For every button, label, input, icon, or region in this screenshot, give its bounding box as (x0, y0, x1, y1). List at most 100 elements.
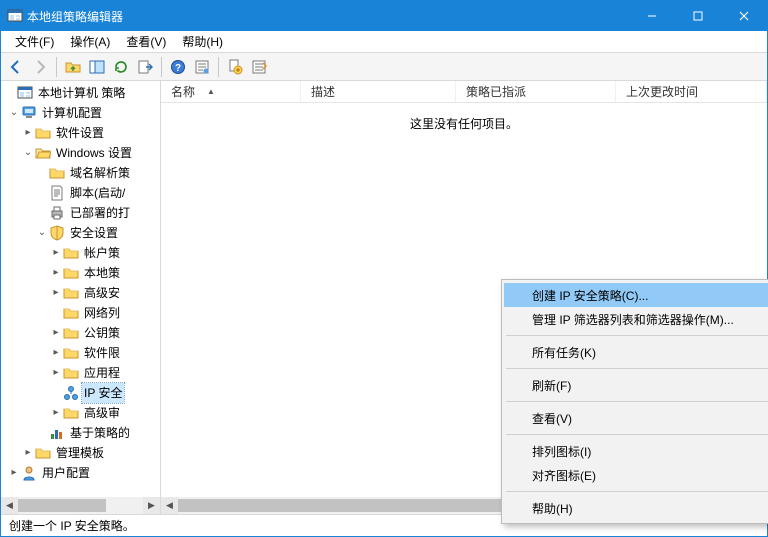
tree-node-dns-policy[interactable]: ▶ 域名解析策 (3, 163, 160, 183)
toolbar-help[interactable] (167, 56, 189, 78)
tree-node-windows-settings[interactable]: ⌄ Windows 设置 (3, 143, 160, 163)
tree-node-local-policies[interactable]: ▸ 本地策 (3, 263, 160, 283)
scroll-left-button[interactable]: ◀ (161, 497, 178, 514)
user-icon (21, 465, 37, 481)
expand-toggle[interactable]: ⌄ (35, 223, 49, 243)
scroll-left-button[interactable]: ◀ (1, 497, 18, 514)
list-header: 名称 ▲ 描述 策略已指派 上次更改时间 (161, 81, 767, 103)
expand-toggle[interactable]: ▸ (49, 363, 63, 383)
expand-toggle[interactable]: ▸ (49, 283, 63, 303)
folder-icon (63, 365, 79, 381)
toolbar-separator (56, 57, 57, 77)
close-button[interactable] (721, 1, 767, 31)
toolbar-forward[interactable] (29, 56, 51, 78)
minimize-button[interactable] (629, 1, 675, 31)
folder-icon (63, 325, 79, 341)
tree-node-software-settings[interactable]: ▸ 软件设置 (3, 123, 160, 143)
expand-toggle[interactable]: ▸ (49, 243, 63, 263)
expand-toggle[interactable]: ▸ (49, 343, 63, 363)
column-header-assigned[interactable]: 策略已指派 (456, 81, 616, 102)
tree-node-policy-based[interactable]: ▶ 基于策略的 (3, 423, 160, 443)
tree-node-root[interactable]: ▶ 本地计算机 策略 (3, 83, 160, 103)
menu-file[interactable]: 文件(F) (7, 31, 62, 52)
menu-help[interactable]: 帮助(H) (174, 31, 231, 52)
folder-icon (49, 165, 65, 181)
tree-node-admin-templates[interactable]: ▸ 管理模板 (3, 443, 160, 463)
toolbar (1, 53, 767, 81)
tree-node-computer-config[interactable]: ⌄ 计算机配置 (3, 103, 160, 123)
cm-refresh[interactable]: 刷新(F) (504, 373, 768, 397)
folder-icon (35, 445, 51, 461)
tree-node-advanced-security[interactable]: ▸ 高级安 (3, 283, 160, 303)
menu-action[interactable]: 操作(A) (62, 31, 118, 52)
cm-create-ip-policy[interactable]: 创建 IP 安全策略(C)... (504, 283, 768, 307)
expand-toggle[interactable]: ▸ (21, 123, 35, 143)
computer-icon (21, 105, 37, 121)
printer-icon (49, 205, 65, 221)
tree-node-advanced-audit[interactable]: ▸ 高级审 (3, 403, 160, 423)
toolbar-show-hide-tree[interactable] (86, 56, 108, 78)
toolbar-manage-filters[interactable] (248, 56, 270, 78)
tree-h-scrollbar[interactable]: ◀ ▶ (1, 497, 160, 514)
context-menu: 创建 IP 安全策略(C)... 管理 IP 筛选器列表和筛选器操作(M)...… (501, 279, 768, 524)
maximize-button[interactable] (675, 1, 721, 31)
column-header-name[interactable]: 名称 ▲ (161, 81, 301, 102)
folder-icon (63, 345, 79, 361)
tree-node-security-settings[interactable]: ⌄ 安全设置 (3, 223, 160, 243)
expand-toggle[interactable]: ⌄ (7, 103, 21, 123)
tree-node-app-control[interactable]: ▸ 应用程 (3, 363, 160, 383)
toolbar-export-list[interactable] (134, 56, 156, 78)
cm-manage-ip-filters[interactable]: 管理 IP 筛选器列表和筛选器操作(M)... (504, 307, 768, 331)
toolbar-properties[interactable] (191, 56, 213, 78)
column-header-modified[interactable]: 上次更改时间 (616, 81, 767, 102)
toolbar-back[interactable] (5, 56, 27, 78)
context-menu-separator (506, 491, 768, 492)
scroll-right-button[interactable]: ▶ (143, 497, 160, 514)
tree-node-software-restriction[interactable]: ▸ 软件限 (3, 343, 160, 363)
cm-align-icons[interactable]: 对齐图标(E) (504, 463, 768, 487)
titlebar[interactable]: 本地组策略编辑器 (1, 1, 767, 31)
cm-help[interactable]: 帮助(H) (504, 496, 768, 520)
context-menu-separator (506, 368, 768, 369)
list-pane: 名称 ▲ 描述 策略已指派 上次更改时间 这里没有任何项目。 ◀ ▶ 创建 IP… (161, 81, 767, 514)
cm-view[interactable]: 查看(V) (504, 406, 768, 430)
tree-node-user-config[interactable]: ▸ 用户配置 (3, 463, 160, 483)
cm-all-tasks[interactable]: 所有任务(K) (504, 340, 768, 364)
app-icon (7, 8, 23, 24)
network-icon (63, 385, 79, 401)
tree-node-ip-security[interactable]: ▶ IP 安全 (3, 383, 160, 403)
folder-icon (63, 405, 79, 421)
shield-icon (49, 225, 65, 241)
menu-view[interactable]: 查看(V) (118, 31, 174, 52)
context-menu-separator (506, 401, 768, 402)
window-title: 本地组策略编辑器 (23, 8, 629, 25)
content-area: ▶ 本地计算机 策略 ⌄ 计算机配置 ▸ 软件设置 (1, 81, 767, 514)
expand-toggle[interactable]: ▸ (49, 263, 63, 283)
statusbar-text: 创建一个 IP 安全策略。 (9, 517, 135, 534)
tree-node-deployed-printers[interactable]: ▶ 已部署的打 (3, 203, 160, 223)
expand-toggle[interactable]: ⌄ (21, 143, 35, 163)
tree-node-network-list[interactable]: ▶ 网络列 (3, 303, 160, 323)
tree-node-scripts[interactable]: ▶ 脚本(启动/ (3, 183, 160, 203)
expand-toggle[interactable]: ▸ (7, 463, 21, 483)
expand-toggle[interactable]: ▸ (49, 323, 63, 343)
toolbar-refresh[interactable] (110, 56, 132, 78)
folder-icon (63, 305, 79, 321)
toolbar-separator (161, 57, 162, 77)
context-menu-separator (506, 335, 768, 336)
script-icon (49, 185, 65, 201)
tree-node-account-policies[interactable]: ▸ 帐户策 (3, 243, 160, 263)
folder-icon (35, 125, 51, 141)
toolbar-separator (218, 57, 219, 77)
console-tree[interactable]: ▶ 本地计算机 策略 ⌄ 计算机配置 ▸ 软件设置 (1, 81, 160, 485)
context-menu-separator (506, 434, 768, 435)
folder-icon (63, 245, 79, 261)
cm-arrange-icons[interactable]: 排列图标(I) (504, 439, 768, 463)
expand-toggle[interactable]: ▸ (49, 403, 63, 423)
console-root-icon (17, 85, 33, 101)
tree-node-public-key[interactable]: ▸ 公钥策 (3, 323, 160, 343)
toolbar-up[interactable] (62, 56, 84, 78)
toolbar-create-policy[interactable] (224, 56, 246, 78)
column-header-description[interactable]: 描述 (301, 81, 456, 102)
expand-toggle[interactable]: ▸ (21, 443, 35, 463)
